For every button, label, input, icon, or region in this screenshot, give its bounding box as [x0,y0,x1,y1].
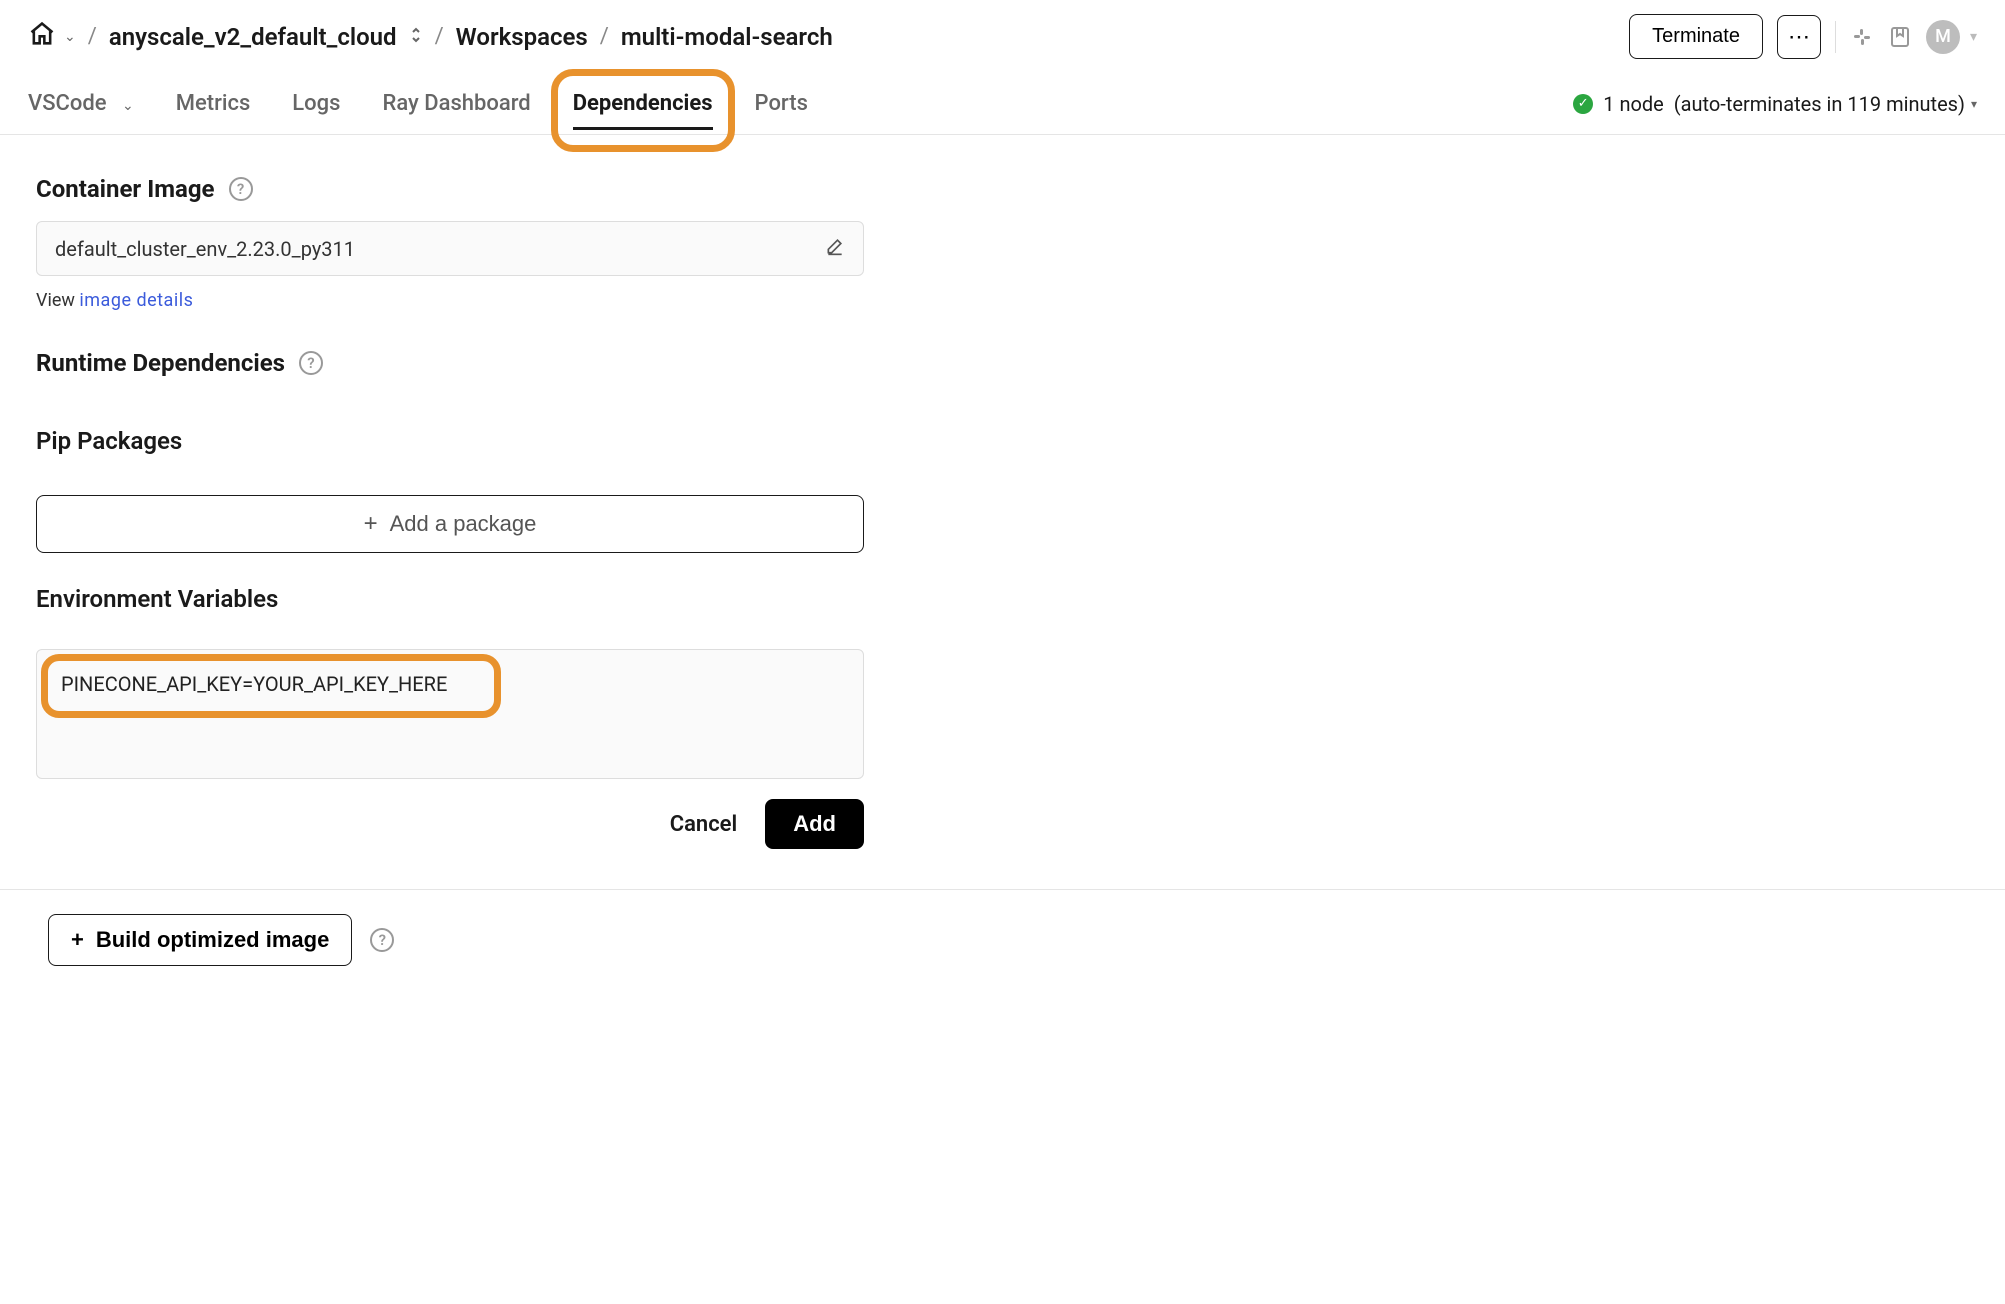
auto-terminate-text: (auto-terminates in 119 minutes) [1674,92,1965,116]
chevron-down-icon: ▾ [1971,97,1977,111]
tab-label: Logs [292,91,340,116]
avatar-chevron-icon[interactable]: ▾ [1970,29,1977,45]
tab-ray-dashboard[interactable]: Ray Dashboard [382,91,530,134]
tab-metrics[interactable]: Metrics [176,91,251,134]
avatar-initial: M [1935,26,1951,47]
breadcrumb-cloud[interactable]: anyscale_v2_default_cloud [109,23,397,51]
tabs: VSCode ⌄ Metrics Logs Ray Dashboard Depe… [28,91,808,134]
add-button[interactable]: Add [765,799,864,849]
build-optimized-image-button[interactable]: + Build optimized image [48,914,352,966]
container-image-value: default_cluster_env_2.23.0_py311 [55,237,355,261]
env-var-value: PINECONE_API_KEY=YOUR_API_KEY_HERE [55,672,845,696]
terminate-button[interactable]: Terminate [1629,14,1763,59]
help-icon[interactable]: ? [299,351,323,375]
tabs-row: VSCode ⌄ Metrics Logs Ray Dashboard Depe… [0,67,2005,135]
avatar[interactable]: M [1926,20,1960,54]
build-label: Build optimized image [96,927,329,953]
cancel-button[interactable]: Cancel [670,812,738,837]
plus-icon: + [71,927,84,953]
tab-ports[interactable]: Ports [755,91,808,134]
breadcrumb-current: multi-modal-search [621,23,833,51]
add-package-label: Add a package [390,511,537,537]
section-title-text: Runtime Dependencies [36,349,285,377]
home-chevron-icon[interactable]: ⌄ [64,29,76,45]
section-env-vars: Environment Variables [36,585,864,613]
updown-icon[interactable] [409,26,423,48]
slack-icon[interactable] [1850,25,1874,49]
breadcrumb: ⌄ / anyscale_v2_default_cloud / Workspac… [28,20,833,53]
tab-dependencies[interactable]: Dependencies [573,91,713,134]
footer: + Build optimized image ? [0,889,2005,990]
header-right: Terminate ⋯ M ▾ [1629,14,1977,59]
breadcrumb-sep: / [600,24,609,49]
add-package-button[interactable]: + Add a package [36,495,864,553]
image-details-link[interactable]: image details [79,290,193,311]
breadcrumb-workspaces[interactable]: Workspaces [456,23,588,51]
tab-label: Dependencies [573,91,713,116]
tab-label: VSCode [28,91,107,116]
plus-icon: + [364,510,378,538]
view-label: View [36,290,75,311]
breadcrumb-sep: / [88,24,97,49]
section-title-text: Environment Variables [36,585,278,613]
node-status[interactable]: ✓ 1 node (auto-terminates in 119 minutes… [1573,92,1977,134]
breadcrumb-sep: / [435,24,444,49]
tab-label: Ports [755,91,808,116]
more-menu-button[interactable]: ⋯ [1777,15,1821,59]
env-vars-textarea[interactable]: PINECONE_API_KEY=YOUR_API_KEY_HERE [36,649,864,779]
edit-icon[interactable] [825,236,845,261]
content: Container Image ? default_cluster_env_2.… [0,135,900,889]
container-image-field: default_cluster_env_2.23.0_py311 [36,221,864,276]
home-icon[interactable] [28,20,56,53]
tab-vscode[interactable]: VSCode ⌄ [28,91,134,134]
tab-logs[interactable]: Logs [292,91,340,134]
bookmark-icon[interactable] [1888,25,1912,49]
help-icon[interactable]: ? [229,177,253,201]
divider [1835,21,1836,53]
section-container-image: Container Image ? [36,175,864,203]
view-image-details: View image details [36,290,864,311]
section-title-text: Pip Packages [36,427,182,455]
chevron-down-icon: ⌄ [122,98,134,114]
section-pip-packages: Pip Packages [36,427,864,455]
section-title-text: Container Image [36,175,215,203]
status-ok-icon: ✓ [1573,94,1593,114]
section-runtime-deps: Runtime Dependencies ? [36,349,864,377]
env-action-row: Cancel Add [36,799,864,849]
tab-label: Ray Dashboard [382,91,530,116]
top-bar: ⌄ / anyscale_v2_default_cloud / Workspac… [0,0,2005,67]
tab-label: Metrics [176,91,251,116]
node-count: 1 node [1603,92,1664,116]
help-icon[interactable]: ? [370,928,394,952]
